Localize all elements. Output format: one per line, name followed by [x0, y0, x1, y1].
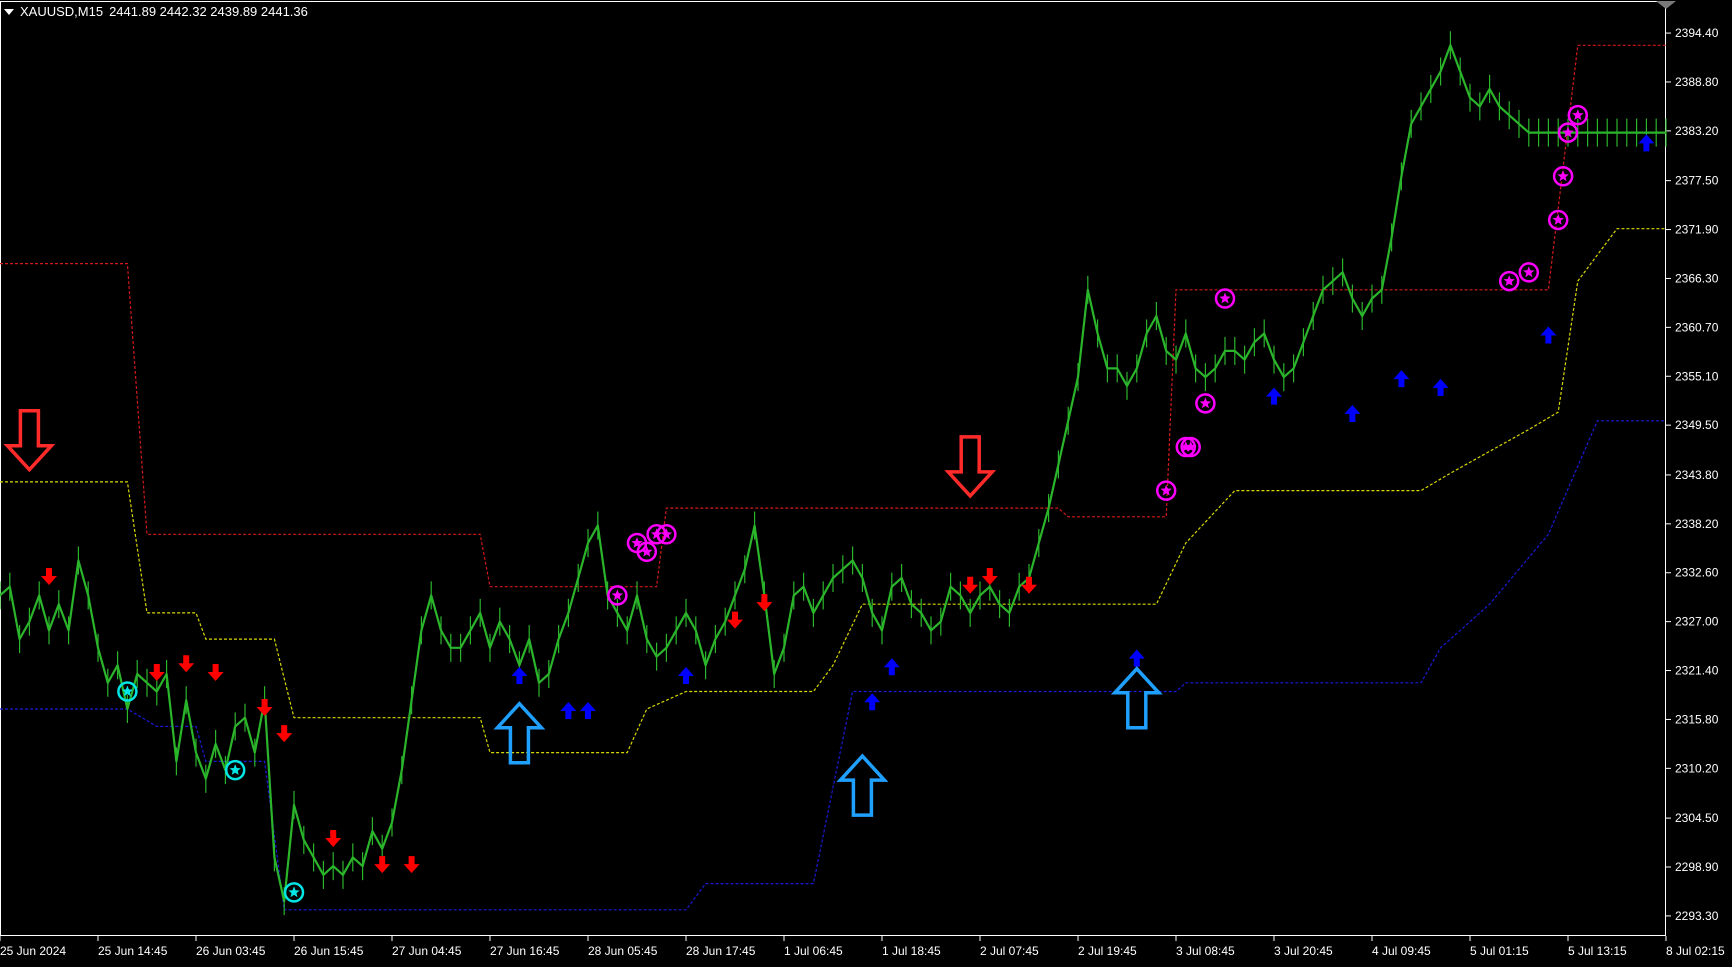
big-sell-arrow-icon — [3, 408, 56, 473]
sell-arrow-icon — [1021, 576, 1037, 594]
ohlc-label: 2441.89 2442.32 2439.89 2441.36 — [109, 4, 308, 19]
x-tick-label: 25 Jun 2024 — [0, 944, 66, 958]
sell-star-icon-star — [1199, 397, 1212, 409]
sell-star-icon-star — [1503, 275, 1515, 286]
sell-arrow-icon — [178, 655, 195, 673]
y-tick-label: 2315.80 — [1675, 712, 1719, 726]
buy-star-icon-star — [229, 764, 241, 775]
y-tick-label: 2332.60 — [1675, 566, 1719, 580]
big-buy-arrow-icon — [836, 753, 889, 817]
sell-arrow-icon — [256, 698, 273, 716]
buy-arrow-icon — [1266, 387, 1282, 405]
y-tick-label: 2304.50 — [1675, 811, 1719, 825]
chart-root: 2394.40 2388.80 2383.20 2377.50 2371.90 2366.… — [0, 0, 1732, 962]
buy-arrow-icon — [1432, 378, 1449, 396]
price-series-line — [0, 44, 1666, 903]
sell-arrow-icon — [403, 856, 420, 874]
y-tick-label: 2293.30 — [1675, 909, 1719, 923]
sell-star-icon-star — [1572, 109, 1584, 120]
x-tick-label: 5 Jul 01:15 — [1470, 944, 1529, 958]
buy-arrow-icon — [511, 667, 528, 685]
x-tick-label: 26 Jun 15:45 — [294, 944, 364, 958]
x-tick-label: 26 Jun 03:45 — [196, 944, 266, 958]
y-tick-label: 2349.50 — [1675, 418, 1719, 432]
buy-arrow-icon — [883, 658, 900, 676]
buy-arrow-icon — [1393, 370, 1410, 388]
buy-arrow-icon — [864, 693, 881, 711]
buy-arrow-icon — [1540, 326, 1557, 344]
big-sell-arrow-icon — [944, 435, 997, 499]
buy-arrow-icon — [1638, 134, 1655, 152]
x-tick-label: 28 Jun 05:45 — [588, 944, 658, 958]
middle-line — [0, 228, 1666, 754]
sell-arrow-icon — [148, 664, 165, 682]
x-tick-label: 27 Jun 16:45 — [490, 944, 560, 958]
x-tick-label: 25 Jun 14:45 — [98, 944, 168, 958]
x-tick-label: 5 Jul 13:15 — [1568, 944, 1627, 958]
y-tick-label: 2338.20 — [1675, 517, 1719, 531]
x-tick-label: 4 Jul 09:45 — [1372, 944, 1431, 958]
big-buy-arrow-icon — [1110, 666, 1163, 730]
buy-star-icon-star — [288, 886, 300, 898]
sell-arrow-icon — [756, 594, 773, 612]
y-tick-label: 2310.20 — [1675, 761, 1719, 775]
plot-frame — [0, 1, 1666, 936]
sell-star-icon-star — [1552, 213, 1564, 225]
big-buy-arrow-icon — [493, 701, 546, 765]
resistance-line — [0, 44, 1666, 588]
y-tick-label: 2298.90 — [1675, 860, 1719, 874]
x-tick-label: 3 Jul 08:45 — [1176, 944, 1235, 958]
sell-arrow-icon — [727, 611, 743, 629]
x-tick-label: 27 Jun 04:45 — [392, 944, 462, 958]
sell-arrow-icon — [207, 664, 224, 682]
y-tick-label: 2360.70 — [1675, 320, 1719, 334]
sell-arrow-icon — [41, 567, 57, 585]
y-tick-label: 2327.00 — [1675, 615, 1719, 629]
buy-arrow-icon — [1344, 405, 1361, 423]
y-tick-label: 2383.20 — [1675, 124, 1719, 138]
price-chart[interactable]: 2394.40 2388.80 2383.20 2377.50 2371.90 2366.… — [0, 0, 1732, 962]
symbol-label: XAUUSD,M15 — [20, 4, 104, 19]
buy-arrow-icon — [1128, 649, 1145, 667]
y-tick-label: 2321.40 — [1675, 664, 1719, 678]
sell-star-icon-star — [1557, 170, 1569, 182]
x-tick-label: 2 Jul 07:45 — [980, 944, 1039, 958]
chevron-down-icon[interactable] — [4, 8, 14, 15]
sell-arrow-icon — [962, 576, 979, 594]
x-tick-label: 2 Jul 19:45 — [1078, 944, 1137, 958]
x-tick-label: 3 Jul 20:45 — [1274, 944, 1333, 958]
x-tick-label: 28 Jun 17:45 — [686, 944, 756, 958]
x-tick-label: 1 Jul 06:45 — [784, 944, 843, 958]
y-tick-label: 2394.40 — [1675, 26, 1719, 40]
sell-arrow-icon — [276, 725, 293, 743]
sell-arrow-icon — [374, 856, 391, 874]
sell-star-icon-star — [641, 545, 653, 557]
x-tick-label: 1 Jul 18:45 — [882, 944, 941, 958]
x-tick-label: 8 Jul 02:15 — [1666, 944, 1725, 958]
y-tick-label: 2371.90 — [1675, 223, 1719, 237]
y-tick-label: 2355.10 — [1675, 369, 1719, 383]
buy-arrow-icon — [678, 667, 694, 685]
sell-arrow-icon — [981, 567, 998, 585]
chart-header: XAUUSD,M15 2441.89 2442.32 2439.89 2441.… — [4, 4, 308, 19]
sell-arrow-icon — [325, 829, 342, 847]
sell-star-icon-star — [611, 589, 624, 601]
sell-star-icon-star — [1160, 484, 1172, 496]
y-tick-label: 2377.50 — [1675, 174, 1719, 188]
sell-star-icon-star — [1523, 266, 1535, 278]
y-tick-label: 2388.80 — [1675, 75, 1719, 89]
buy-arrow-icon — [560, 701, 577, 719]
buy-arrow-icon — [580, 701, 596, 719]
y-tick-label: 2366.30 — [1675, 271, 1719, 285]
sell-star-icon-star — [1219, 292, 1231, 304]
y-tick-label: 2343.80 — [1675, 468, 1719, 482]
scroll-marker-icon — [1656, 1, 1676, 9]
